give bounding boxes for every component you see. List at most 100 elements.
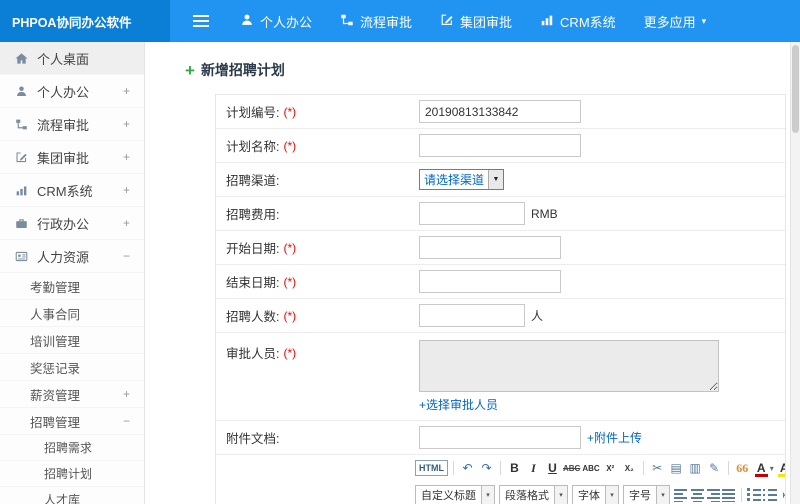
sidebar-item-crm-system[interactable]: CRM系统 + [0, 174, 144, 207]
format-brush-icon[interactable]: ✎ [706, 459, 723, 477]
sidebar-item-attendance[interactable]: 考勤管理 [0, 273, 144, 300]
sidebar-item-label: 薪资管理 [30, 388, 81, 403]
form-row-headcount: 招聘人数: (*) 人 [216, 299, 785, 333]
plan-name-input[interactable] [419, 134, 581, 157]
sidebar-item-human-resources[interactable]: 人力资源 − [0, 240, 144, 273]
select-approver-link[interactable]: +选择审批人员 [419, 396, 498, 413]
font-size-dropdown[interactable]: 字号 ▾ [623, 485, 670, 504]
back-color-icon[interactable]: A [776, 459, 785, 477]
field-label: 开始日期: [226, 242, 280, 256]
nav-group-approval[interactable]: 集团审批 [426, 0, 526, 42]
align-center-icon[interactable] [690, 488, 704, 502]
flow-icon [14, 118, 29, 131]
html-source-button[interactable]: HTML [415, 460, 448, 476]
form-row-editor: HTML ↶ ↷ B I U ABC ABC X² X₂ ✂ ▤ ▥ ✎ 66 … [216, 455, 785, 504]
sidebar-item-label: 集团审批 [37, 150, 90, 166]
sidebar-item-label: 考勤管理 [30, 280, 81, 295]
attachment-upload-link[interactable]: +附件上传 [587, 429, 642, 446]
collapse-icon: − [122, 414, 130, 428]
vertical-scrollbar[interactable] [790, 42, 800, 504]
heading-style-dropdown[interactable]: 自定义标题 ▾ [415, 485, 495, 504]
sidebar-item-personal-desktop[interactable]: 个人桌面 [0, 42, 144, 75]
copy-icon[interactable]: ▤ [668, 459, 685, 477]
sidebar-item-reward-punishment[interactable]: 奖惩记录 [0, 354, 144, 381]
editor-toolbar-row1: HTML ↶ ↷ B I U ABC ABC X² X₂ ✂ ▤ ▥ ✎ 66 … [411, 455, 785, 481]
nav-label: CRM系统 [560, 14, 616, 30]
expand-icon: + [122, 150, 130, 164]
unordered-list-icon[interactable] [763, 488, 777, 502]
bar-chart-icon [14, 184, 29, 197]
sidebar: 个人桌面 个人办公 + 流程审批 + 集团审批 + CRM系统 + 行政办公 +… [0, 42, 145, 504]
form-row-start-date: 开始日期: (*) [216, 231, 785, 265]
bold-icon[interactable]: B [506, 459, 523, 477]
outdent-icon[interactable]: ⇤ [779, 486, 785, 504]
field-label: 计划名称: [226, 140, 280, 154]
font-color-icon[interactable]: A [753, 459, 770, 477]
sidebar-item-training[interactable]: 培训管理 [0, 327, 144, 354]
hamburger-menu-icon[interactable] [170, 14, 226, 28]
channel-select[interactable]: 请选择渠道 ▼ [419, 169, 505, 190]
required-mark: (*) [283, 345, 297, 360]
end-date-input[interactable] [419, 270, 561, 293]
expand-icon: + [122, 183, 130, 197]
expand-icon: + [122, 84, 130, 98]
separator [642, 461, 644, 475]
nav-personal-office[interactable]: 个人办公 [226, 0, 326, 42]
sidebar-item-recruit-plan[interactable]: 招聘计划 [0, 461, 144, 487]
underline-icon[interactable]: U [544, 459, 561, 477]
remove-format-icon[interactable]: ABC [582, 459, 599, 477]
start-date-input[interactable] [419, 236, 561, 259]
field-label: 招聘渠道: [226, 174, 280, 188]
italic-icon[interactable]: I [525, 459, 542, 477]
sidebar-item-workflow-approval[interactable]: 流程审批 + [0, 108, 144, 141]
paste-icon[interactable]: ▥ [687, 459, 704, 477]
font-family-dropdown[interactable]: 字体 ▾ [572, 485, 619, 504]
editor-toolbar-row2: 自定义标题 ▾ 段落格式 ▾ 字体 ▾ 字号 ▾ [411, 481, 785, 504]
sidebar-item-label: 人才库 [44, 493, 81, 504]
attachment-input[interactable] [419, 426, 581, 449]
chevron-down-icon: ▾ [605, 486, 618, 504]
approver-textarea[interactable] [419, 340, 719, 392]
ordered-list-icon[interactable] [747, 488, 761, 502]
align-left-icon[interactable] [674, 488, 688, 502]
undo-icon[interactable]: ↶ [459, 459, 476, 477]
fee-input[interactable] [419, 202, 525, 225]
sidebar-item-salary[interactable]: 薪资管理 + [0, 381, 144, 408]
scrollbar-thumb[interactable] [792, 45, 799, 133]
nav-label: 更多应用 [643, 14, 696, 30]
subscript-icon[interactable]: X₂ [621, 459, 638, 477]
redo-icon[interactable]: ↷ [478, 459, 495, 477]
required-mark: (*) [283, 308, 297, 323]
strikethrough-icon[interactable]: ABC [563, 459, 580, 477]
chevron-down-icon: ▾ [656, 486, 669, 504]
nav-workflow-approval[interactable]: 流程审批 [326, 0, 426, 42]
sidebar-item-hr-contract[interactable]: 人事合同 [0, 300, 144, 327]
field-label: 计划编号: [226, 106, 280, 120]
topbar: PHPOA协同办公软件 个人办公 流程审批 集团审批 CRM系统 更多应用 ▾ [0, 0, 800, 42]
nav-more-apps[interactable]: 更多应用 ▾ [630, 0, 721, 42]
cut-icon[interactable]: ✂ [649, 459, 666, 477]
separator [500, 461, 501, 475]
sidebar-item-personal-office[interactable]: 个人办公 + [0, 75, 144, 108]
sidebar-item-label: CRM系统 [37, 183, 93, 199]
sidebar-item-group-approval[interactable]: 集团审批 + [0, 141, 144, 174]
align-right-icon[interactable] [706, 488, 720, 502]
sidebar-item-recruit-management[interactable]: 招聘管理 − [0, 408, 144, 435]
paragraph-format-dropdown[interactable]: 段落格式 ▾ [499, 485, 568, 504]
blockquote-icon[interactable]: 66 [734, 459, 751, 477]
superscript-icon[interactable]: X² [602, 459, 619, 477]
sidebar-item-admin-office[interactable]: 行政办公 + [0, 207, 144, 240]
nav-crm-system[interactable]: CRM系统 [526, 0, 630, 42]
form-row-plan-name: 计划名称: (*) [216, 129, 785, 163]
sidebar-item-recruit-demand[interactable]: 招聘需求 [0, 435, 144, 461]
sidebar-item-talent-pool[interactable]: 人才库 [0, 487, 144, 504]
chevron-down-icon: ▾ [481, 486, 494, 504]
plus-icon: + [185, 60, 195, 80]
align-justify-icon[interactable] [722, 488, 736, 502]
font-color-caret-icon[interactable]: ▾ [770, 464, 774, 473]
form-row-fee: 招聘费用: RMB [216, 197, 785, 231]
headcount-input[interactable] [419, 304, 525, 327]
plan-number-input[interactable] [419, 100, 581, 123]
expand-icon: + [122, 117, 130, 131]
form-row-attachment: 附件文档: +附件上传 [216, 421, 785, 455]
